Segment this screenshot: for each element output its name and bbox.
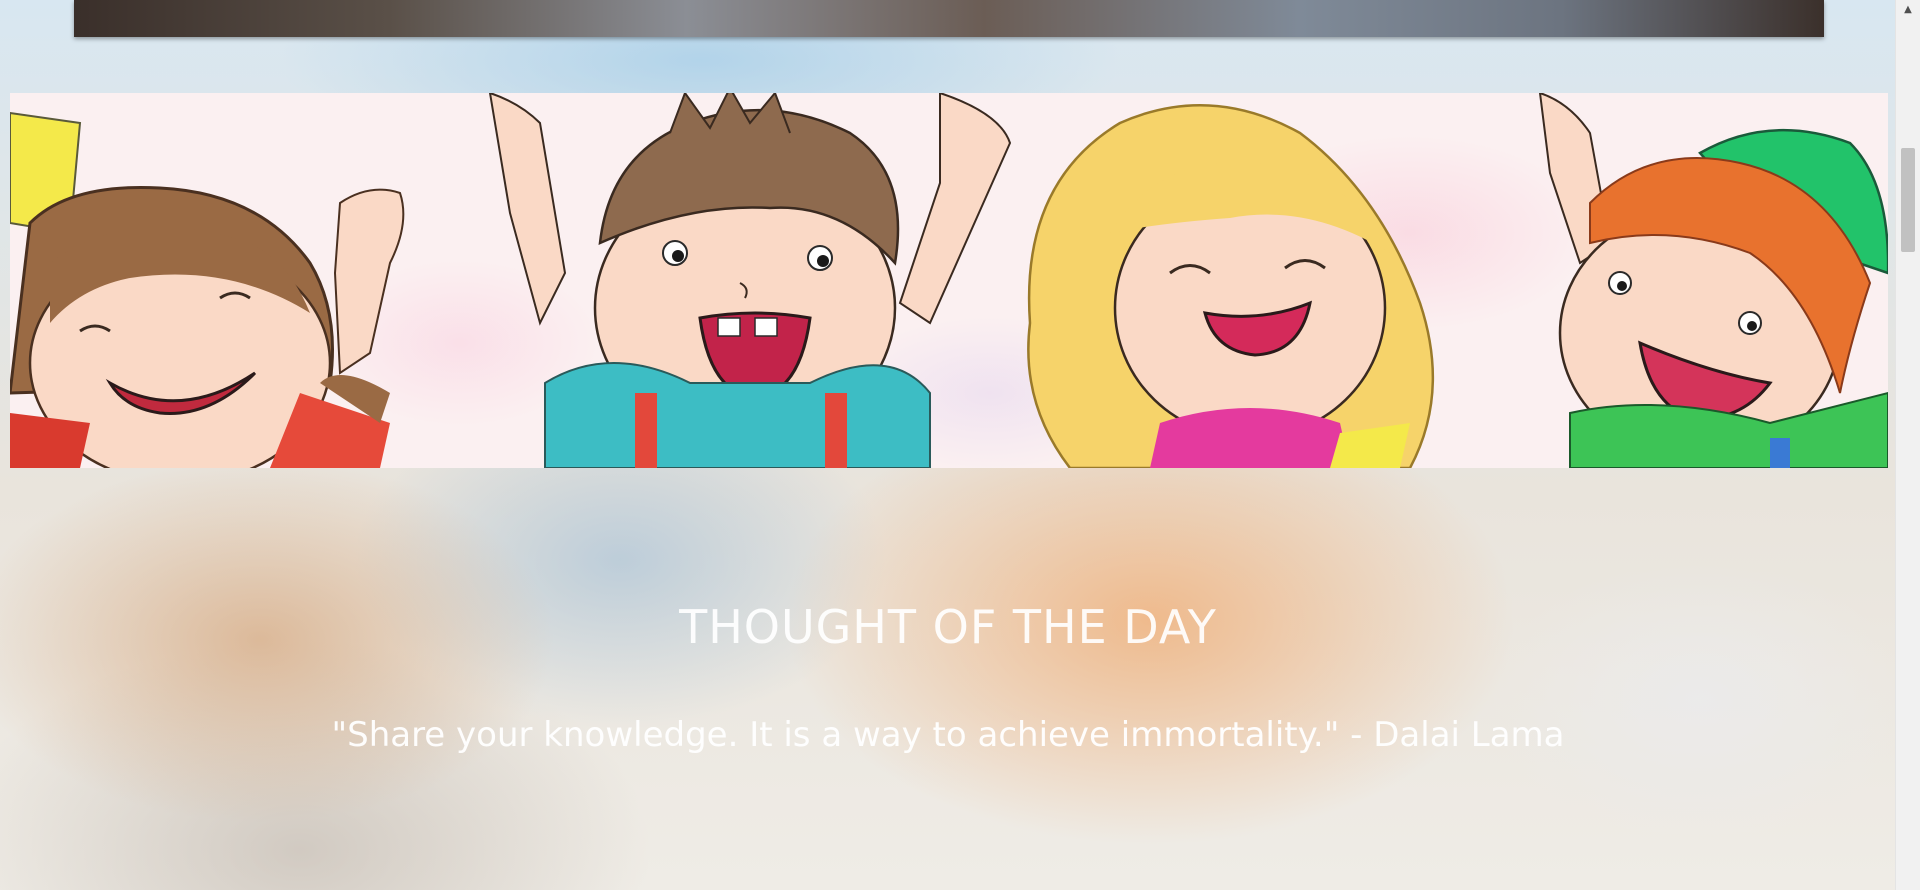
thought-of-the-day-quote: "Share your knowledge. It is a way to ac…: [331, 715, 1565, 755]
kid-3-illustration: [1027, 103, 1435, 468]
kid-2-illustration: [488, 93, 1012, 468]
scrollbar-thumb[interactable]: [1901, 148, 1915, 252]
page: THOUGHT OF THE DAY "Share your knowledge…: [0, 0, 1920, 890]
scroll-up-arrow-icon[interactable]: ▲: [1896, 0, 1920, 18]
vertical-scrollbar[interactable]: ▲: [1895, 0, 1920, 890]
kids-banner-image: [10, 93, 1888, 468]
kid-1-illustration: [10, 111, 405, 468]
thought-of-the-day-heading: THOUGHT OF THE DAY: [679, 600, 1217, 654]
kid-4-illustration: [1538, 93, 1888, 468]
top-photo-strip: [74, 0, 1824, 37]
